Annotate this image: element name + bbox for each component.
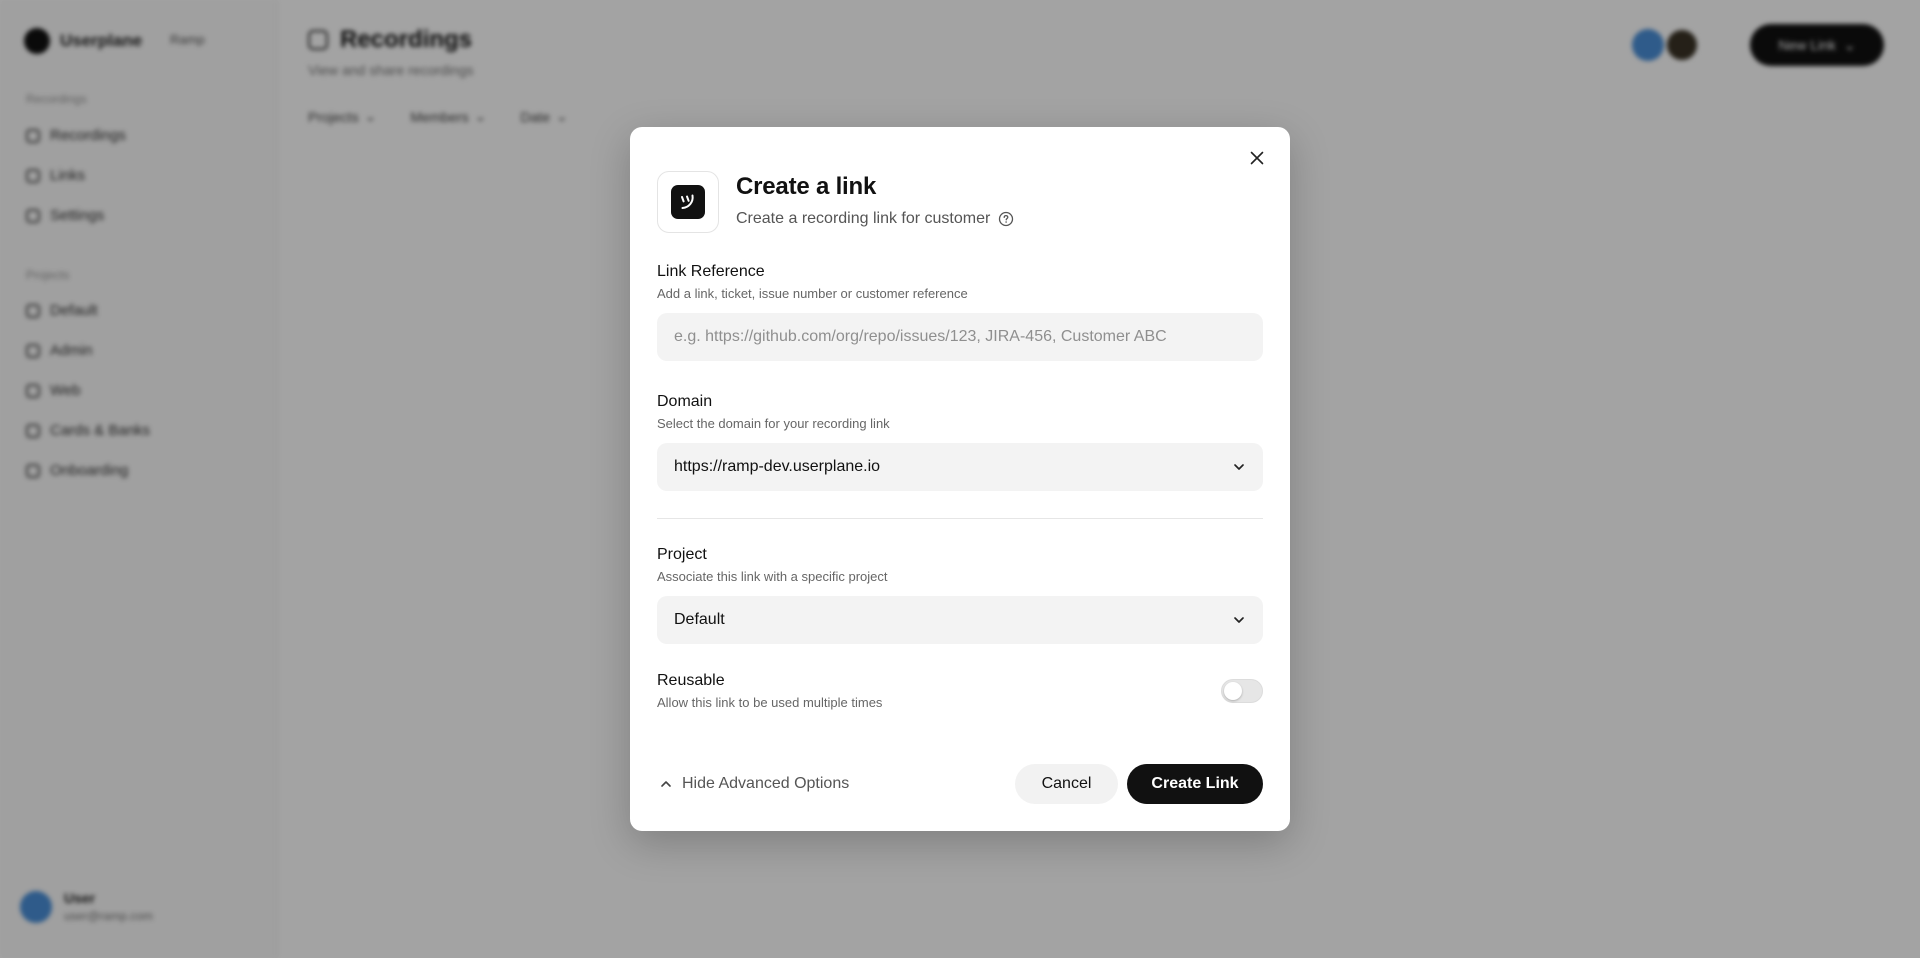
- app-icon-frame: [657, 171, 719, 233]
- domain-field: Domain Select the domain for your record…: [657, 393, 1263, 491]
- divider: [657, 518, 1263, 519]
- create-link-dialog: Create a link Create a recording link fo…: [630, 127, 1290, 831]
- domain-select[interactable]: https://ramp-dev.userplane.io: [657, 443, 1263, 491]
- chevron-down-icon: [1234, 617, 1244, 623]
- userplane-logo-icon: [671, 185, 705, 219]
- project-select[interactable]: Default: [657, 596, 1263, 644]
- dialog-header: Create a link Create a recording link fo…: [657, 171, 1014, 233]
- dialog-footer: Hide Advanced Options Cancel Create Link: [657, 764, 1263, 804]
- link-reference-label: Link Reference: [657, 263, 765, 280]
- toggle-knob: [1224, 682, 1242, 700]
- chevron-up-icon: [661, 781, 671, 787]
- project-description: Associate this link with a specific proj…: [657, 569, 888, 584]
- domain-label: Domain: [657, 393, 713, 410]
- reusable-description: Allow this link to be used multiple time…: [657, 695, 883, 710]
- project-label: Project: [657, 546, 707, 563]
- chevron-down-icon: [1234, 464, 1244, 470]
- reusable-toggle[interactable]: [1221, 679, 1263, 703]
- create-link-button[interactable]: Create Link: [1127, 764, 1263, 804]
- link-reference-description: Add a link, ticket, issue number or cust…: [657, 286, 968, 301]
- help-circle-icon[interactable]: [998, 211, 1014, 227]
- cancel-button[interactable]: Cancel: [1015, 764, 1118, 804]
- reusable-label: Reusable: [657, 672, 725, 689]
- hide-advanced-options-button[interactable]: Hide Advanced Options: [657, 775, 849, 793]
- reusable-setting: Reusable Allow this link to be used mult…: [657, 672, 1263, 710]
- project-selected-value: Default: [674, 611, 725, 628]
- close-button[interactable]: [1242, 143, 1272, 173]
- domain-description: Select the domain for your recording lin…: [657, 416, 890, 431]
- domain-selected-value: https://ramp-dev.userplane.io: [674, 458, 881, 475]
- project-field: Project Associate this link with a speci…: [657, 546, 1263, 644]
- dialog-subtitle: Create a recording link for customer: [736, 210, 1014, 228]
- link-reference-input[interactable]: [657, 313, 1263, 361]
- dialog-actions: Cancel Create Link: [1015, 764, 1263, 804]
- link-reference-field: Link Reference Add a link, ticket, issue…: [657, 263, 1263, 361]
- dialog-title: Create a link: [736, 173, 877, 200]
- close-icon: [1250, 151, 1264, 165]
